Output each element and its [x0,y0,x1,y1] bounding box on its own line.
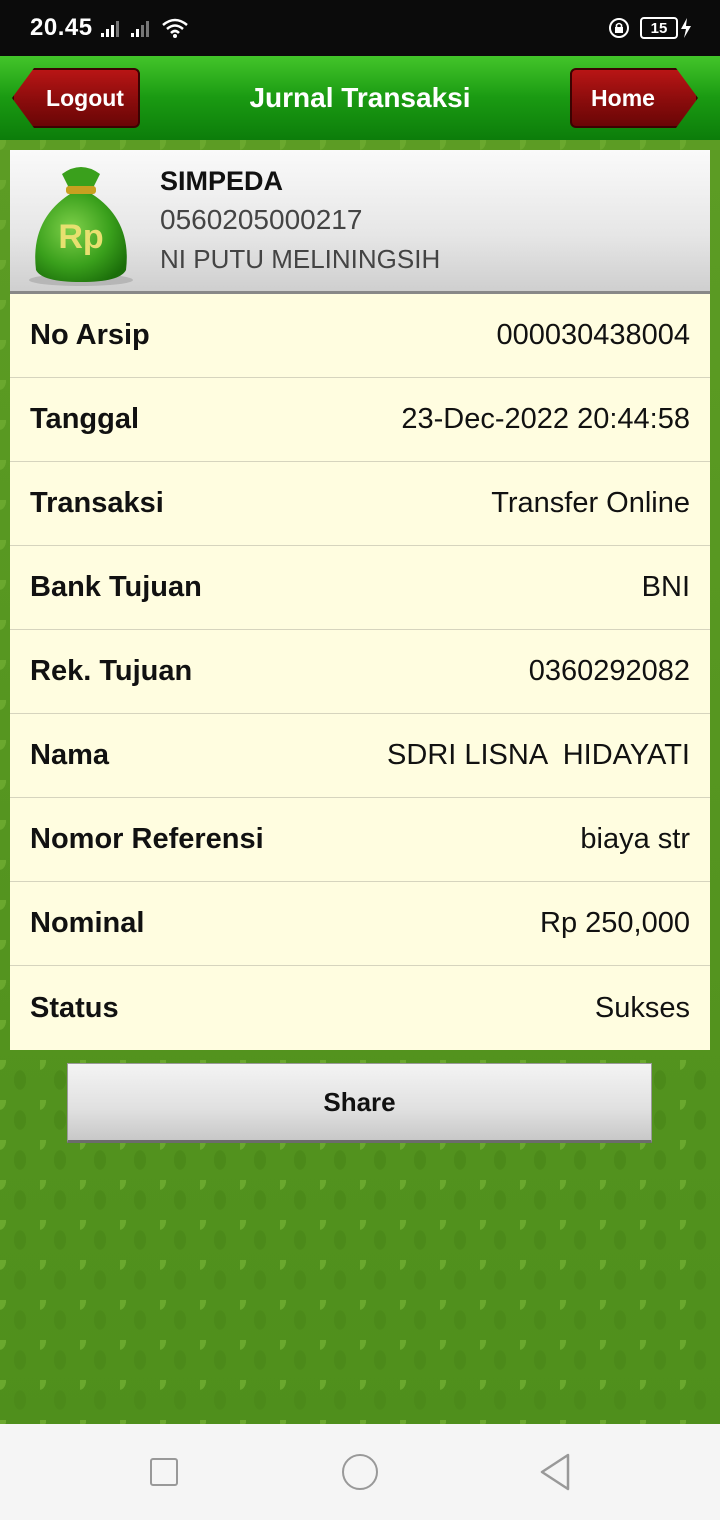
detail-row-rek-tujuan: Rek. Tujuan 0360292082 [10,630,710,714]
detail-value: 0360292082 [528,655,690,687]
detail-label: Status [30,991,119,1024]
detail-row-status: Status Sukses [10,966,710,1050]
detail-value: SDRI LISNA HIDAYATI [387,739,690,771]
back-nav-icon[interactable] [538,1452,572,1492]
lock-rotation-icon [609,18,629,38]
recent-apps-icon[interactable] [150,1458,178,1486]
account-card: Rp SIMPEDA 0560205000217 NI PUTU MELININ… [10,150,710,294]
battery-indicator: 15 [640,17,692,39]
detail-label: Tanggal [30,403,140,435]
charging-icon [681,18,691,38]
status-right: 15 [608,17,692,39]
wifi-icon [161,18,188,38]
detail-label: Nomor Referensi [30,823,264,855]
detail-label: Nominal [30,907,145,939]
home-button[interactable]: Home [570,68,698,128]
detail-label: No Arsip [30,319,150,351]
signal-icon [130,21,149,37]
detail-row-tanggal: Tanggal 23-Dec-2022 20:44:58 [10,378,710,462]
detail-value: Rp 250,000 [540,907,690,939]
detail-label: Bank Tujuan [30,571,202,603]
detail-value: Sukses [594,991,690,1024]
bag-label: Rp [58,218,103,256]
detail-value: Transfer Online [491,487,690,519]
detail-label: Transaksi [30,487,164,519]
transaction-details: No Arsip 000030438004 Tanggal 23-Dec-202… [10,294,710,1050]
battery-icon: 15 [640,17,678,39]
detail-value: 000030438004 [496,319,690,351]
battery-level: 15 [650,19,668,37]
status-time: 20.45 [30,14,93,41]
detail-value: 23-Dec-2022 20:44:58 [401,403,690,435]
detail-row-no-arsip: No Arsip 000030438004 [10,294,710,378]
detail-row-transaksi: Transaksi Transfer Online [10,462,710,546]
signal-icon [100,21,119,37]
logout-button[interactable]: Logout [12,68,140,128]
share-button[interactable]: Share [67,1063,652,1143]
detail-label: Nama [30,739,109,771]
detail-row-nominal: Nominal Rp 250,000 [10,882,710,966]
detail-row-bank-tujuan: Bank Tujuan BNI [10,546,710,630]
account-number: 0560205000217 [160,204,363,235]
detail-row-nama: Nama SDRI LISNA HIDAYATI [10,714,710,798]
detail-row-nomor-referensi: Nomor Referensi biaya str [10,798,710,882]
status-left: 20.45 [30,14,189,42]
system-nav-bar [0,1424,720,1520]
account-holder-name: NI PUTU MELININGSIH [160,244,441,274]
status-bar: 20.45 15 [0,0,720,56]
detail-value: BNI [641,571,690,603]
account-type: SIMPEDA [160,166,284,196]
detail-label: Rek. Tujuan [30,655,193,687]
detail-value: biaya str [580,823,690,855]
money-bag-icon: Rp [29,167,133,286]
home-nav-icon[interactable] [342,1454,378,1490]
